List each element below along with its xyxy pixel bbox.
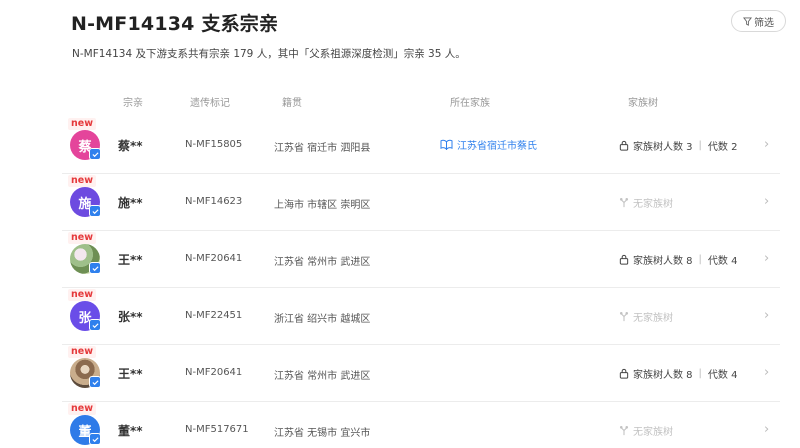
family-tree-info: 家族树人数 3 | 代数 2 (619, 138, 737, 153)
new-badge: new (68, 289, 96, 301)
new-badge: new (68, 232, 96, 244)
table-row[interactable]: new 张 张** N-MF22451 浙江省 绍兴市 越城区 无家族树 › (62, 288, 780, 345)
new-badge: new (68, 403, 96, 415)
table-row[interactable]: new 王** N-MF20641 江苏省 常州市 武进区 家族树人数 8 | 代数… (62, 231, 780, 288)
genetic-marker: N-MF20641 (185, 253, 243, 264)
table-row[interactable]: new 施 施** N-MF14623 上海市 市辖区 崇明区 无家族树 › (62, 174, 780, 231)
tree-generations: 代数 4 (707, 370, 738, 381)
column-family-tree: 家族树 (628, 98, 658, 109)
genetic-marker: N-MF20641 (185, 367, 243, 378)
new-badge: new (68, 175, 96, 187)
genetic-marker: N-MF517671 (185, 424, 249, 435)
table-row[interactable]: new 王** N-MF20641 江苏省 常州市 武进区 家族树人数 8 | 代数… (62, 345, 780, 402)
origin-place: 浙江省 绍兴市 越城区 (274, 314, 371, 325)
origin-place: 江苏省 宿迁市 泗阳县 (274, 143, 371, 154)
lock-icon (619, 254, 629, 265)
verified-icon (89, 433, 101, 445)
tree-generations: 代数 4 (707, 256, 738, 267)
family-tree-info: 家族树人数 8 | 代数 4 (619, 252, 737, 267)
column-origin: 籍贯 (282, 98, 302, 109)
summary-text: N-MF14134 及下游支系共有宗亲 179 人，其中「父系祖源深度检测」宗亲… (72, 48, 466, 60)
lock-icon (619, 368, 629, 379)
chevron-right-icon[interactable]: › (764, 422, 769, 437)
verified-icon (89, 319, 101, 331)
family-tree-info: 无家族树 (619, 195, 673, 210)
relative-name: 董** (118, 424, 143, 438)
verified-icon (89, 148, 101, 160)
chevron-right-icon[interactable]: › (764, 137, 769, 152)
relative-name: 张** (118, 310, 143, 324)
tree-icon (619, 198, 629, 208)
tree-count: 家族树人数 8 (633, 370, 693, 381)
table-row[interactable]: new 董 董** N-MF517671 江苏省 无锡市 宜兴市 无家族树 › (62, 402, 780, 448)
lock-icon (619, 140, 629, 151)
no-tree-label: 无家族树 (633, 427, 673, 438)
origin-place: 江苏省 无锡市 宜兴市 (274, 428, 371, 439)
family-tree-info: 无家族树 (619, 309, 673, 324)
avatar-group: new 施 (68, 174, 104, 220)
tree-icon (619, 426, 629, 436)
avatar-group: new (68, 231, 104, 277)
page-title: N-MF14134 支系宗亲 (71, 13, 279, 35)
relative-name: 王** (118, 367, 143, 381)
origin-place: 江苏省 常州市 武进区 (274, 371, 371, 382)
relative-name: 施** (118, 196, 143, 210)
book-icon (440, 139, 453, 150)
tree-count: 家族树人数 8 (633, 256, 693, 267)
avatar-group: new 蔡 (68, 117, 104, 163)
column-clan: 所在家族 (450, 98, 490, 109)
chevron-right-icon[interactable]: › (764, 251, 769, 266)
filter-button[interactable]: 筛选 (731, 10, 786, 32)
chevron-right-icon[interactable]: › (764, 365, 769, 380)
filter-icon (743, 16, 752, 26)
genetic-marker: N-MF22451 (185, 310, 243, 321)
chevron-right-icon[interactable]: › (764, 194, 769, 209)
tree-icon (619, 312, 629, 322)
new-badge: new (68, 346, 96, 358)
avatar-group: new 张 (68, 288, 104, 334)
tree-generations: 代数 2 (707, 142, 738, 153)
no-tree-label: 无家族树 (633, 313, 673, 324)
origin-place: 江苏省 常州市 武进区 (274, 257, 371, 268)
table-row[interactable]: new 蔡 蔡** N-MF15805 江苏省 宿迁市 泗阳县 江苏省宿迁市蔡氏… (62, 117, 780, 174)
origin-place: 上海市 市辖区 崇明区 (274, 200, 371, 211)
no-tree-label: 无家族树 (633, 199, 673, 210)
new-badge: new (68, 118, 96, 130)
relative-name: 蔡** (118, 139, 143, 153)
verified-icon (89, 376, 101, 388)
clan-link[interactable]: 江苏省宿迁市蔡氏 (440, 137, 537, 152)
avatar-group: new (68, 345, 104, 391)
relatives-list: new 蔡 蔡** N-MF15805 江苏省 宿迁市 泗阳县 江苏省宿迁市蔡氏… (62, 117, 780, 448)
tree-count: 家族树人数 3 (633, 142, 693, 153)
genetic-marker: N-MF14623 (185, 196, 243, 207)
family-tree-info: 无家族树 (619, 423, 673, 438)
filter-button-label: 筛选 (754, 17, 774, 29)
avatar-group: new 董 (68, 402, 104, 448)
table-header: 宗亲 遗传标记 籍贯 所在家族 家族树 (0, 94, 800, 109)
relative-name: 王** (118, 253, 143, 267)
family-tree-info: 家族树人数 8 | 代数 4 (619, 366, 737, 381)
verified-icon (89, 262, 101, 274)
genetic-marker: N-MF15805 (185, 139, 243, 150)
verified-icon (89, 205, 101, 217)
column-relative: 宗亲 (123, 98, 143, 109)
chevron-right-icon[interactable]: › (764, 308, 769, 323)
column-genetic-marker: 遗传标记 (190, 98, 230, 109)
